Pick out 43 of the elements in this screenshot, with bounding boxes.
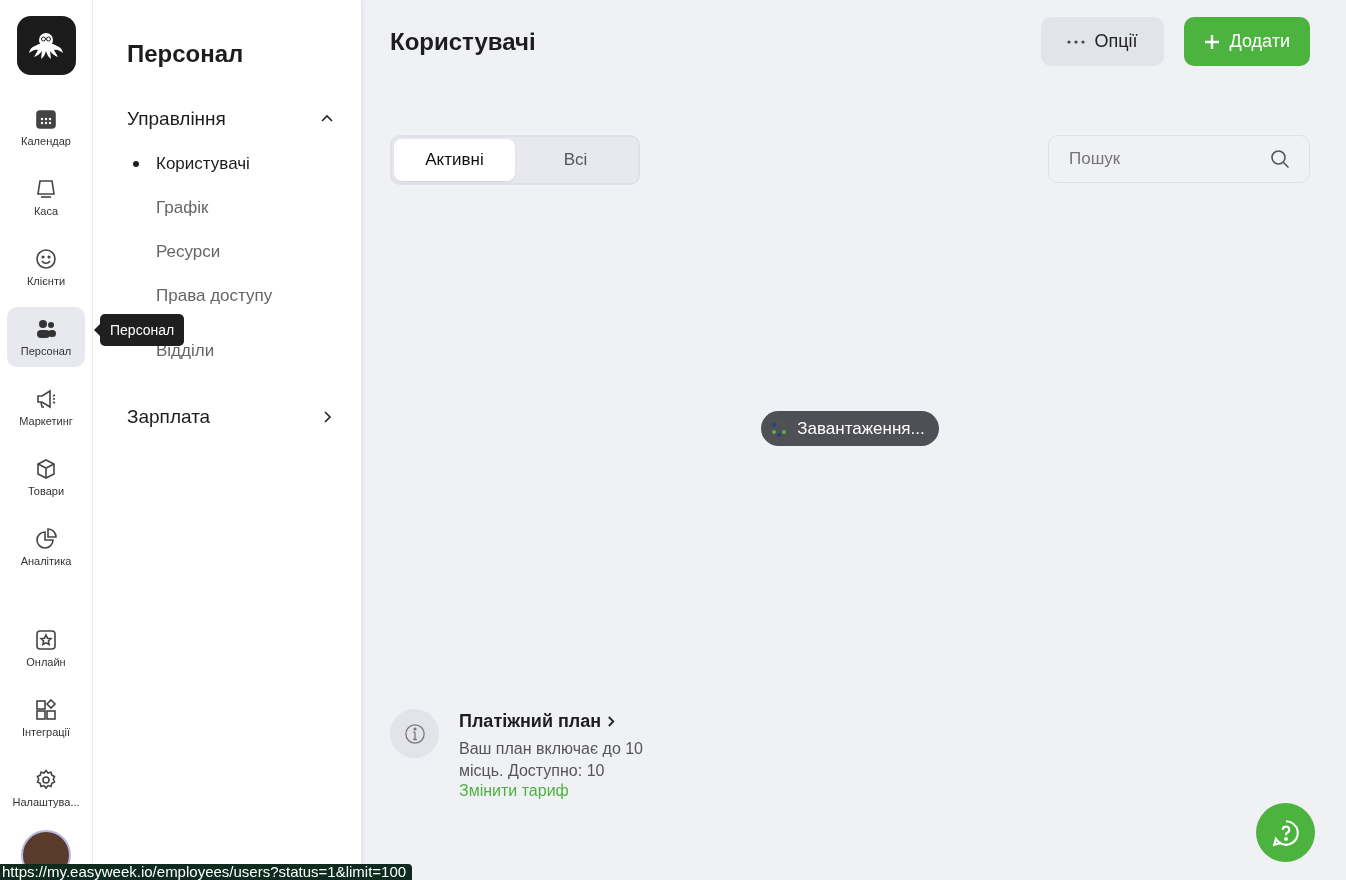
nav-item[interactable]: Налаштува...: [7, 758, 85, 818]
nav-item[interactable]: Клієнти: [7, 237, 85, 297]
help-icon: [1270, 817, 1301, 848]
nav-item[interactable]: Календар: [7, 97, 85, 157]
plan-title-link[interactable]: Платіжний план: [459, 711, 674, 732]
plan-description: Ваш план включає до 10 місць. Доступно: 10: [459, 739, 644, 781]
nav-item[interactable]: Маркетинг: [7, 377, 85, 437]
filter-tab[interactable]: Всі: [515, 139, 636, 181]
smile-icon: [34, 247, 58, 271]
more-icon: [1066, 39, 1085, 44]
chevron-right-icon: [321, 411, 333, 423]
section-title: Персонал: [127, 40, 245, 68]
nav-item[interactable]: Онлайн: [7, 618, 85, 678]
nav-item[interactable]: Персонал: [7, 307, 85, 367]
info-icon: [390, 709, 439, 758]
menu-item[interactable]: Користувачі: [127, 142, 333, 186]
chevron-right-icon: [607, 716, 617, 727]
nav-item[interactable]: Інтеграції: [7, 688, 85, 748]
menu-item[interactable]: Ресурси: [127, 230, 333, 274]
link-preview-tooltip: https://my.easyweek.io/employees/users?status=1&limit=100: [0, 864, 413, 880]
search-icon: [1270, 149, 1290, 169]
calendar-icon: [34, 107, 58, 131]
people-icon: [34, 317, 58, 341]
plus-icon: [1203, 33, 1220, 50]
menu-item[interactable]: Графік: [127, 186, 333, 230]
settings-icon: [34, 768, 58, 792]
filter-tab[interactable]: Активні: [394, 139, 515, 181]
pie-chart-icon: [34, 527, 58, 551]
tooltip: Персонал: [100, 314, 185, 346]
menu-group[interactable]: Зарплата: [127, 402, 333, 432]
page-title: Користувачі: [390, 27, 536, 56]
register-icon: [34, 177, 58, 201]
nav-item[interactable]: Аналітика: [7, 517, 85, 577]
options-button[interactable]: Опції: [1040, 17, 1164, 66]
nav-item[interactable]: Товари: [7, 447, 85, 507]
menu-group[interactable]: Управління: [127, 104, 333, 134]
megaphone-icon: [34, 387, 58, 411]
apps-icon: [34, 698, 58, 722]
box-icon: [34, 457, 58, 481]
search-field[interactable]: Пошук: [1048, 135, 1310, 183]
loading-indicator: Завантаження...: [761, 411, 939, 446]
octopus-logo[interactable]: [16, 16, 76, 75]
nav-item[interactable]: Каса: [7, 167, 85, 227]
